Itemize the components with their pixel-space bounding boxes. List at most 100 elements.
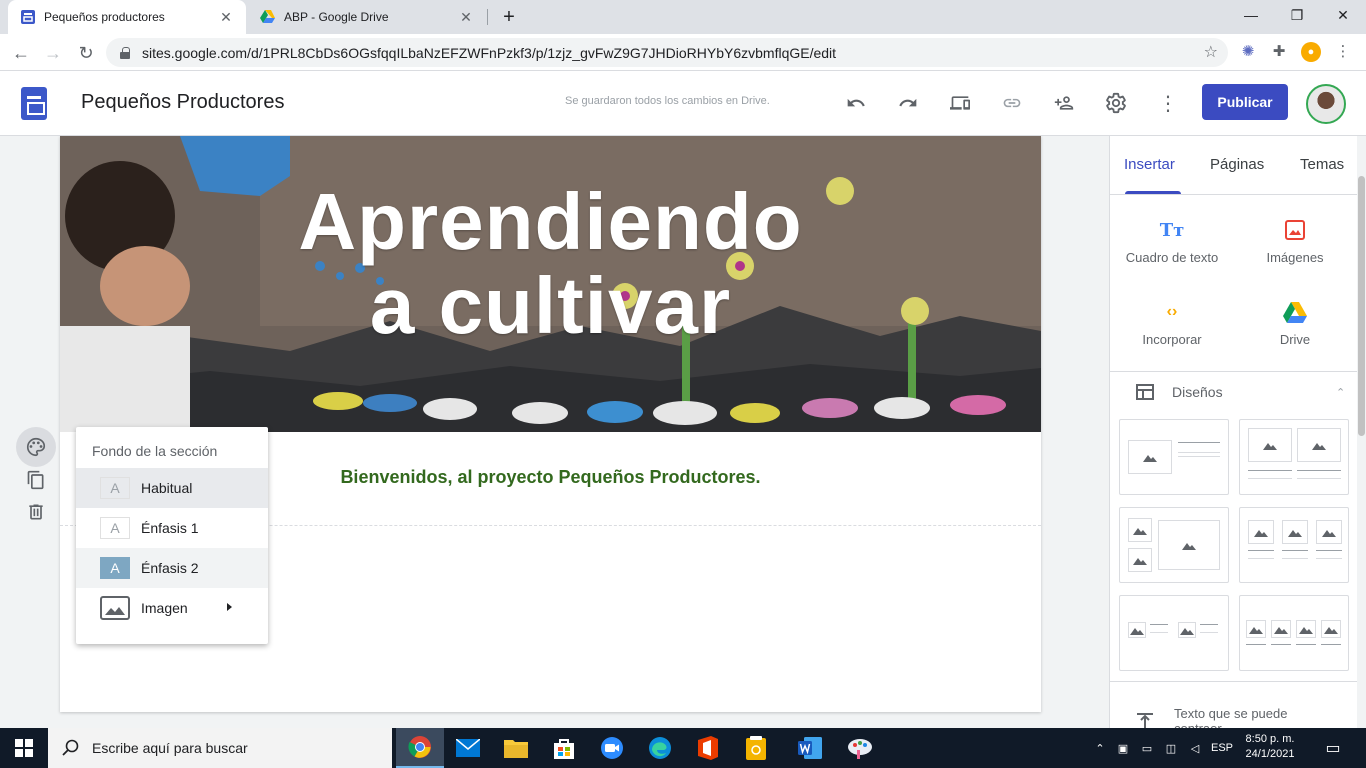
share-button[interactable]: [1050, 89, 1078, 117]
hero-title[interactable]: Aprendiendo a cultivar: [60, 180, 1041, 348]
tab-pequenos-productores[interactable]: Pequeños productores ✕: [8, 0, 246, 34]
layout-option-4[interactable]: [1239, 507, 1349, 583]
minimize-button[interactable]: —: [1228, 0, 1274, 30]
layout-option-1[interactable]: [1119, 419, 1229, 495]
windows-logo-icon: [15, 739, 33, 757]
word-icon: [798, 737, 822, 759]
undo-button[interactable]: [842, 89, 870, 117]
layout-option-5[interactable]: [1119, 595, 1229, 671]
extensions-puzzle-icon[interactable]: ✚: [1269, 42, 1289, 62]
collapse-chevron-icon[interactable]: ⌃: [1336, 386, 1345, 399]
clock-time: 8:50 p. m.: [1245, 733, 1295, 745]
insert-label: Drive: [1279, 332, 1311, 347]
undo-icon: [847, 98, 865, 107]
layout-option-2[interactable]: [1239, 419, 1349, 495]
tab-title: Pequeños productores: [44, 10, 165, 24]
tray-device-icon[interactable]: ▣: [1112, 728, 1134, 768]
menu-item-imagen[interactable]: Imagen: [76, 588, 268, 628]
section-background-menu: Fondo de la sección A Habitual A Énfasis…: [76, 427, 268, 644]
bookmark-star-icon[interactable]: ☆: [1204, 42, 1218, 62]
taskbar-paint[interactable]: [836, 728, 884, 768]
close-window-button[interactable]: ✕: [1320, 0, 1366, 30]
url-text[interactable]: sites.google.com/d/1PRL8CbDs6OGsfqqILbaN…: [142, 45, 1228, 61]
tab-abp-google-drive[interactable]: ABP - Google Drive ✕: [248, 0, 486, 34]
taskbar-edge[interactable]: [636, 728, 684, 768]
collapsible-text-icon: [1137, 713, 1153, 728]
taskbar-file-explorer[interactable]: [492, 728, 540, 768]
embed-code-icon: ‹›: [1166, 303, 1178, 320]
avatar[interactable]: [1306, 84, 1346, 124]
taskbar-word[interactable]: [786, 728, 834, 768]
insert-embed[interactable]: ‹› Incorporar: [1117, 298, 1227, 347]
taskbar-zoom[interactable]: [588, 728, 636, 768]
menu-item-enfasis-1[interactable]: A Énfasis 1: [76, 508, 268, 548]
tab-temas[interactable]: Temas: [1300, 156, 1344, 173]
office-icon: [698, 736, 718, 760]
taskbar-store[interactable]: [540, 728, 588, 768]
settings-button[interactable]: [1102, 89, 1130, 117]
close-tab-icon[interactable]: ✕: [218, 9, 234, 25]
search-placeholder: Escribe aquí para buscar: [92, 740, 248, 756]
google-drive-favicon-icon: [260, 10, 275, 23]
tab-insertar[interactable]: Insertar: [1124, 156, 1175, 173]
language-indicator[interactable]: ESP: [1208, 728, 1236, 768]
redo-button[interactable]: [894, 89, 922, 117]
hero-title-line1: Aprendiendo: [298, 177, 803, 266]
save-status: Se guardaron todos los cambios en Drive.: [565, 95, 770, 107]
panel-divider: [1110, 681, 1357, 682]
taskbar-clock[interactable]: 8:50 p. m. 24/1/2021: [1240, 732, 1300, 762]
link-icon: [1003, 98, 1021, 108]
chrome-menu-icon[interactable]: ⋮: [1333, 42, 1353, 62]
tray-overflow-icon[interactable]: ⌃: [1090, 728, 1110, 768]
collapsible-text-item[interactable]: Texto que se puede contraer: [1134, 706, 1324, 728]
network-icon[interactable]: ◫: [1160, 728, 1182, 768]
insert-drive[interactable]: Drive: [1240, 298, 1350, 347]
preview-devices-button[interactable]: [946, 89, 974, 117]
restore-button[interactable]: ❐: [1274, 0, 1320, 30]
profile-icon[interactable]: ●: [1301, 42, 1321, 62]
layouts-header[interactable]: Diseños: [1136, 384, 1223, 400]
google-sites-favicon-icon: [21, 10, 35, 24]
layouts-icon: [1136, 384, 1154, 400]
menu-title: Fondo de la sección: [92, 443, 218, 459]
menu-item-label: Imagen: [141, 600, 188, 616]
close-tab-icon[interactable]: ✕: [458, 9, 474, 25]
reload-button[interactable]: ↻: [73, 40, 99, 66]
editor-canvas: Aprendiendo a cultivar Bienvenidos, al p…: [0, 136, 1100, 728]
menu-item-habitual[interactable]: A Habitual: [76, 468, 268, 508]
battery-icon[interactable]: ▭: [1136, 728, 1158, 768]
copy-link-button[interactable]: [998, 89, 1026, 117]
layout-option-3[interactable]: [1119, 507, 1229, 583]
panel-scrollbar-thumb[interactable]: [1358, 176, 1365, 436]
sites-header: Pequeños Productores Se guardaron todos …: [0, 71, 1366, 136]
volume-icon[interactable]: ◁: [1184, 728, 1206, 768]
redo-icon: [899, 98, 917, 107]
insert-images[interactable]: Imágenes: [1240, 216, 1350, 265]
menu-item-enfasis-2[interactable]: A Énfasis 2: [76, 548, 268, 588]
taskbar-chrome[interactable]: [396, 728, 444, 768]
hero-banner[interactable]: Aprendiendo a cultivar: [60, 136, 1041, 432]
publish-button[interactable]: Publicar: [1202, 84, 1288, 120]
taskbar-mail[interactable]: [444, 728, 492, 768]
taskbar-search[interactable]: Escribe aquí para buscar: [48, 728, 392, 768]
layout-option-6[interactable]: [1239, 595, 1349, 671]
extension-icon[interactable]: ✺: [1238, 42, 1258, 62]
forward-button[interactable]: →: [40, 40, 66, 66]
taskbar-notes[interactable]: [732, 728, 780, 768]
taskbar-office[interactable]: [684, 728, 732, 768]
address-bar[interactable]: sites.google.com/d/1PRL8CbDs6OGsfqqILbaN…: [106, 38, 1228, 67]
hero-title-line2: a cultivar: [369, 261, 732, 350]
more-options-button[interactable]: ⋮: [1154, 89, 1182, 117]
new-tab-button[interactable]: +: [498, 6, 520, 28]
delete-section-button[interactable]: [16, 492, 56, 532]
panel-divider: [1110, 371, 1357, 372]
insert-text-box[interactable]: Tт Cuadro de texto: [1117, 216, 1227, 266]
notifications-icon[interactable]: ▭: [1318, 728, 1348, 768]
site-name[interactable]: Pequeños Productores: [81, 91, 284, 114]
tab-paginas[interactable]: Páginas: [1210, 156, 1264, 173]
google-sites-logo-icon[interactable]: [21, 87, 47, 120]
back-button[interactable]: ←: [8, 40, 34, 66]
image-icon: [1285, 220, 1305, 240]
swatch-habitual: A: [100, 477, 130, 499]
start-button[interactable]: [0, 728, 48, 768]
